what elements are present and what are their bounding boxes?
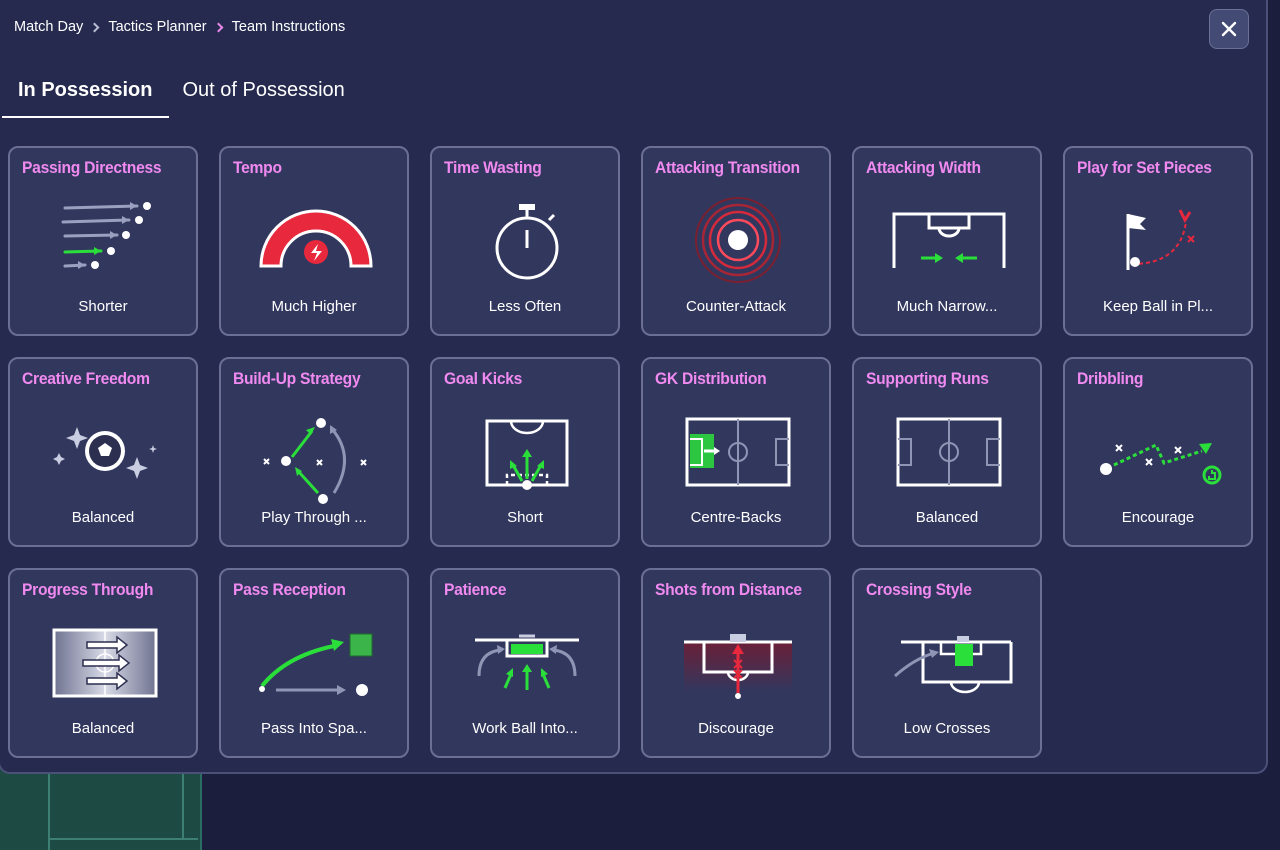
instruction-card-attacking-width[interactable]: Attacking Width Much Narrow... xyxy=(852,146,1042,336)
card-value: Encourage xyxy=(1121,509,1195,526)
card-title: Crossing Style xyxy=(866,580,972,599)
passing-directness-icon xyxy=(61,202,151,269)
card-title: Progress Through xyxy=(22,580,154,599)
close-icon xyxy=(1221,21,1237,37)
stopwatch-icon xyxy=(495,204,559,280)
build-up-icon xyxy=(263,418,367,504)
breadcrumb-match-day[interactable]: Match Day xyxy=(14,19,83,35)
chevron-right-icon xyxy=(213,22,224,32)
card-title: Tempo xyxy=(233,158,282,177)
card-title: Patience xyxy=(444,580,507,599)
pitch-icon xyxy=(896,417,1002,487)
instruction-card-goal-kicks[interactable]: Goal Kicks Short xyxy=(430,357,620,547)
dribbling-icon xyxy=(1100,442,1222,485)
breadcrumb: Match Day Tactics Planner Team Instructi… xyxy=(14,19,345,35)
card-title: Supporting Runs xyxy=(866,369,989,388)
goal-kick-icon xyxy=(485,419,569,490)
instruction-card-play-for-set-pieces[interactable]: Play for Set Pieces Keep Ball in Pl... xyxy=(1063,146,1253,336)
card-value: Much Higher xyxy=(271,298,357,315)
card-title: Time Wasting xyxy=(444,158,542,177)
card-value: Much Narrow... xyxy=(896,298,998,315)
card-value: Play Through ... xyxy=(261,509,367,526)
card-title: Attacking Transition xyxy=(655,158,800,177)
instruction-card-build-up-strategy[interactable]: Build-Up Strategy Play Through ... xyxy=(219,357,409,547)
crossing-icon xyxy=(894,636,1013,694)
progress-arrows-icon xyxy=(52,628,158,698)
tab-bar: In Possession Out of Possession xyxy=(2,68,361,118)
instruction-card-time-wasting[interactable]: Time Wasting Less Often xyxy=(430,146,620,336)
card-title: Passing Directness xyxy=(22,158,162,177)
card-title: Creative Freedom xyxy=(22,369,150,388)
card-title: Dribbling xyxy=(1077,369,1144,388)
card-title: Attacking Width xyxy=(866,158,981,177)
card-value: Pass Into Spa... xyxy=(261,720,367,737)
corner-flag-icon xyxy=(1126,209,1195,270)
instruction-card-pass-reception[interactable]: Pass Reception Pass Into Spa... xyxy=(219,568,409,758)
card-title: Pass Reception xyxy=(233,580,346,599)
instruction-card-tempo[interactable]: Tempo Much Higher xyxy=(219,146,409,336)
card-value: Centre-Backs xyxy=(690,509,782,526)
tempo-gauge-icon xyxy=(259,209,373,268)
instruction-card-passing-directness[interactable]: Passing Directness Shorter xyxy=(8,146,198,336)
gk-distribution-icon xyxy=(685,417,791,487)
instruction-card-supporting-runs[interactable]: Supporting Runs Balanced xyxy=(852,357,1042,547)
target-rings-icon xyxy=(695,197,781,283)
card-value: Discourage xyxy=(698,720,774,737)
close-button[interactable] xyxy=(1209,9,1249,49)
instruction-card-creative-freedom[interactable]: Creative Freedom Balanced xyxy=(8,357,198,547)
card-value: Keep Ball in Pl... xyxy=(1102,298,1214,315)
card-value: Balanced xyxy=(71,720,135,737)
card-value: Less Often xyxy=(488,298,562,315)
team-instructions-panel: Match Day Tactics Planner Team Instructi… xyxy=(0,0,1268,774)
card-value: Balanced xyxy=(915,509,979,526)
card-value: Balanced xyxy=(71,509,135,526)
card-value: Work Ball Into... xyxy=(472,720,578,737)
card-title: Shots from Distance xyxy=(655,580,802,599)
card-title: GK Distribution xyxy=(655,369,767,388)
instruction-card-attacking-transition[interactable]: Attacking Transition Counter-Attack xyxy=(641,146,831,336)
tab-out-of-possession[interactable]: Out of Possession xyxy=(169,68,361,118)
instruction-card-dribbling[interactable]: Dribbling Encourage xyxy=(1063,357,1253,547)
instruction-card-gk-distribution[interactable]: GK Distribution Centre-Backs xyxy=(641,357,831,547)
chevron-right-icon xyxy=(89,22,100,32)
instruction-card-progress-through[interactable]: Progress Through Balanced xyxy=(8,568,198,758)
narrow-width-icon xyxy=(892,212,1006,268)
card-value: Counter-Attack xyxy=(685,298,787,315)
instruction-card-patience[interactable]: Patience Work Ball Into... xyxy=(430,568,620,758)
card-value: Shorter xyxy=(78,298,128,315)
breadcrumb-team-instructions: Team Instructions xyxy=(231,19,346,35)
instruction-grid: Passing Directness Shorter Tempo Much Hi… xyxy=(8,146,1253,758)
ball-sparkles-icon xyxy=(53,427,157,479)
card-title: Goal Kicks xyxy=(444,369,523,388)
tab-in-possession[interactable]: In Possession xyxy=(2,68,169,118)
instruction-card-shots-from-distance[interactable]: Shots from Distance Discourage xyxy=(641,568,831,758)
instruction-card-crossing-style[interactable]: Crossing Style Low Crosses xyxy=(852,568,1042,758)
breadcrumb-tactics-planner[interactable]: Tactics Planner xyxy=(108,19,206,35)
card-title: Play for Set Pieces xyxy=(1077,158,1212,177)
patience-icon xyxy=(475,634,579,690)
shots-distance-icon xyxy=(684,634,792,699)
card-value: Short xyxy=(507,509,543,526)
card-title: Build-Up Strategy xyxy=(233,369,361,388)
pass-reception-icon xyxy=(259,633,373,696)
card-value: Low Crosses xyxy=(903,720,991,737)
